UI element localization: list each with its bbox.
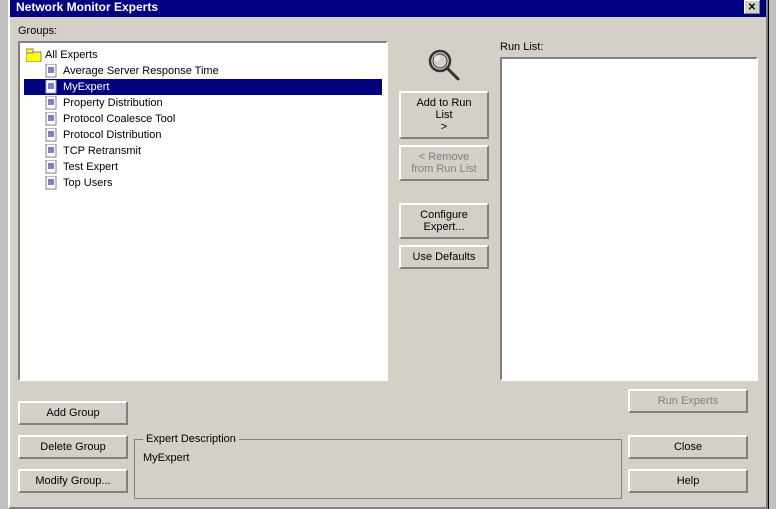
doc-icon bbox=[44, 144, 60, 158]
remove-from-run-list-button[interactable]: < Remove from Run List bbox=[399, 145, 489, 181]
magnifier-icon bbox=[424, 45, 464, 85]
doc-icon-selected bbox=[44, 80, 60, 94]
doc-icon bbox=[44, 64, 60, 78]
run-experts-button[interactable]: Run Experts bbox=[628, 389, 748, 413]
add-to-run-list-button[interactable]: Add to Run List > bbox=[399, 91, 489, 139]
tree-item[interactable]: Average Server Response Time bbox=[24, 63, 382, 79]
folder-open-icon bbox=[26, 48, 42, 62]
tree-item-label-myexpert: MyExpert bbox=[63, 81, 109, 93]
tree-item[interactable]: Protocol Distribution bbox=[24, 127, 382, 143]
help-button[interactable]: Help bbox=[628, 469, 748, 493]
doc-icon bbox=[44, 112, 60, 126]
tree-root-item[interactable]: All Experts bbox=[24, 47, 382, 63]
tree-item-label-prop: Property Distribution bbox=[63, 97, 163, 109]
groups-label: Groups: bbox=[18, 25, 758, 37]
bottom-area: Add Group Delete Group Modify Group... E… bbox=[18, 389, 758, 499]
doc-icon bbox=[44, 128, 60, 142]
tree-item[interactable]: Protocol Coalesce Tool bbox=[24, 111, 382, 127]
tree-item-label: Average Server Response Time bbox=[63, 65, 219, 77]
tree-item-label-protocol: Protocol Distribution bbox=[63, 129, 161, 141]
main-area: All Experts Average Server Response Time bbox=[18, 41, 758, 381]
tree-item-label-topusers: Top Users bbox=[63, 177, 113, 189]
run-list-label: Run List: bbox=[500, 41, 758, 53]
expert-description-legend: Expert Description bbox=[143, 433, 239, 445]
delete-group-button[interactable]: Delete Group bbox=[18, 435, 128, 459]
tree-item[interactable]: Top Users bbox=[24, 175, 382, 191]
tree-item-label-tcp: TCP Retransmit bbox=[63, 145, 141, 157]
center-panel: Add to Run List > < Remove from Run List… bbox=[394, 41, 494, 381]
right-buttons: Run Experts Close Help bbox=[628, 389, 758, 499]
close-icon[interactable]: ✕ bbox=[744, 0, 760, 14]
modify-group-button[interactable]: Modify Group... bbox=[18, 469, 128, 493]
tree-item-selected[interactable]: MyExpert bbox=[24, 79, 382, 95]
window-title: Network Monitor Experts bbox=[16, 0, 158, 14]
tree-item[interactable]: TCP Retransmit bbox=[24, 143, 382, 159]
left-buttons: Add Group Delete Group Modify Group... bbox=[18, 401, 128, 499]
tree-root-label: All Experts bbox=[45, 49, 98, 61]
tree-panel[interactable]: All Experts Average Server Response Time bbox=[18, 41, 388, 381]
main-window: Network Monitor Experts ✕ Groups: All Ex… bbox=[8, 0, 768, 509]
configure-expert-button[interactable]: Configure Expert... bbox=[399, 203, 489, 239]
expert-description-group: Expert Description MyExpert bbox=[134, 439, 622, 499]
tree-item[interactable]: Test Expert bbox=[24, 159, 382, 175]
run-list-box[interactable] bbox=[500, 57, 758, 381]
use-defaults-button[interactable]: Use Defaults bbox=[399, 245, 489, 269]
run-list-panel: Run List: bbox=[500, 41, 758, 381]
title-bar: Network Monitor Experts ✕ bbox=[10, 0, 766, 17]
tree-item[interactable]: Property Distribution bbox=[24, 95, 382, 111]
doc-icon bbox=[44, 96, 60, 110]
window-content: Groups: All Experts bbox=[10, 17, 766, 507]
doc-icon bbox=[44, 176, 60, 190]
tree-item-label-test: Test Expert bbox=[63, 161, 118, 173]
expert-description-text: MyExpert bbox=[143, 452, 613, 464]
doc-icon bbox=[44, 160, 60, 174]
close-button[interactable]: Close bbox=[628, 435, 748, 459]
tree-item-label-coalesce: Protocol Coalesce Tool bbox=[63, 113, 175, 125]
add-group-button[interactable]: Add Group bbox=[18, 401, 128, 425]
